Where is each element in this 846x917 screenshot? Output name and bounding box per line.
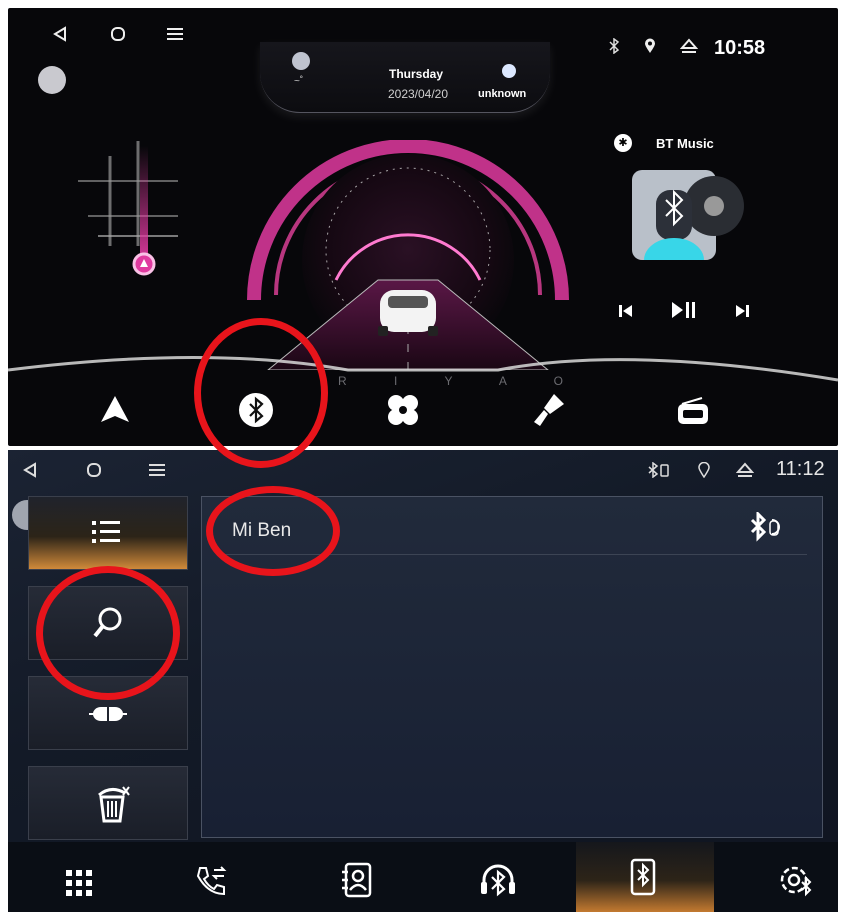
back-button[interactable] xyxy=(22,462,38,478)
location-pin-icon xyxy=(698,462,710,478)
home-button[interactable] xyxy=(110,26,126,42)
menu-button[interactable] xyxy=(166,26,184,42)
apps-dock-button[interactable] xyxy=(386,394,420,426)
call-log-tab[interactable] xyxy=(194,864,228,898)
navigation-dock-button[interactable] xyxy=(98,394,132,426)
keypad-tab[interactable] xyxy=(66,870,92,896)
bt-settings-tab[interactable] xyxy=(778,864,814,898)
annotation-ring-bluetooth xyxy=(194,318,328,468)
brush-dock-button[interactable] xyxy=(532,392,566,428)
bt-music-bluetooth-icon: ✱ xyxy=(614,134,632,152)
navigation-map-graphic[interactable] xyxy=(78,136,188,286)
contacts-tab[interactable] xyxy=(340,862,374,898)
floating-assist-button[interactable] xyxy=(38,66,66,94)
connect-plug-icon xyxy=(87,705,129,723)
weekday-label: Thursday xyxy=(388,67,443,81)
eject-icon[interactable] xyxy=(680,38,698,54)
menu-button[interactable] xyxy=(148,462,166,478)
radio-dock-button[interactable] xyxy=(676,396,710,426)
eject-icon[interactable] xyxy=(736,462,754,478)
device-list-button[interactable] xyxy=(28,496,188,570)
back-button[interactable] xyxy=(52,26,68,42)
play-pause-button[interactable] xyxy=(670,300,698,320)
date-label: 2023/04/20 xyxy=(387,87,449,101)
bluetooth-battery-icon xyxy=(648,462,670,478)
bt-music-title: BT Music xyxy=(656,136,714,151)
bt-device-tab[interactable] xyxy=(630,858,656,896)
status-clock: 10:58 xyxy=(714,37,766,59)
status-clock: 11:12 xyxy=(776,458,825,480)
annotation-ring-device-name xyxy=(206,486,340,576)
bluetooth-icon xyxy=(608,38,620,54)
next-track-button[interactable] xyxy=(734,304,750,318)
device-bluetooth-status-icon[interactable] xyxy=(748,512,782,542)
bt-music-album-art[interactable] xyxy=(626,166,746,266)
location-pin-icon xyxy=(644,38,656,54)
weather-separator-icon: ~˚ xyxy=(294,76,304,87)
device-list-icon xyxy=(91,519,121,545)
weather-unknown-icon xyxy=(292,52,310,70)
delete-trash-icon xyxy=(95,785,131,823)
weather-label: unknown xyxy=(478,88,527,100)
bt-music-tab[interactable] xyxy=(478,862,518,898)
previous-track-button[interactable] xyxy=(618,304,634,318)
delete-device-button[interactable] xyxy=(28,766,188,840)
home-button[interactable] xyxy=(86,462,102,478)
dock-bar xyxy=(8,388,838,446)
weather-dot-icon xyxy=(502,64,516,78)
top-screenshot: 10:58 ~˚ Thursday 2023/04/20 unknown ✱ B… xyxy=(8,8,838,446)
brand-watermark: R I Y A O xyxy=(338,374,585,388)
annotation-ring-search xyxy=(36,566,180,700)
